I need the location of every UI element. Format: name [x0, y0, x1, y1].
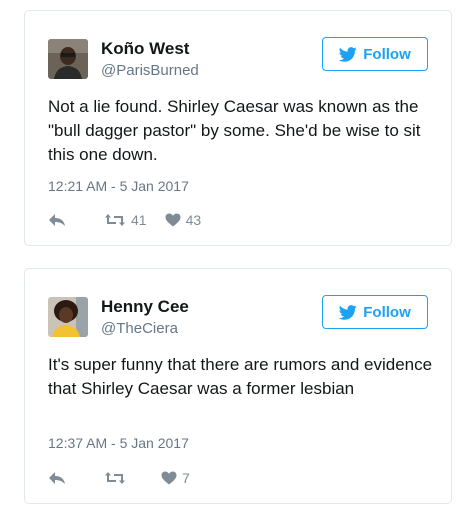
like-button[interactable]: 43: [165, 212, 202, 228]
heart-icon: [165, 213, 181, 227]
reply-icon: [48, 213, 66, 227]
tweet-text: It's super funny that there are rumors a…: [48, 355, 433, 398]
tweet-card: Koño West @ParisBurned Follow Not a lie …: [24, 10, 452, 246]
twitter-bird-icon: [339, 46, 357, 62]
reply-button[interactable]: [48, 213, 74, 227]
tweet-actions: 41 43: [48, 209, 201, 231]
like-count: 7: [182, 470, 190, 486]
follow-button[interactable]: Follow: [322, 37, 428, 71]
follow-button[interactable]: Follow: [322, 295, 428, 329]
retweet-icon: [104, 213, 126, 227]
timestamp[interactable]: 12:21 AM - 5 Jan 2017: [48, 178, 189, 194]
twitter-bird-icon: [339, 304, 357, 320]
tweet-text: Not a lie found. Shirley Caesar was know…: [48, 97, 421, 164]
reply-icon: [48, 471, 66, 485]
retweet-count: 41: [131, 212, 147, 228]
tweet-actions: 7: [48, 467, 190, 489]
retweet-icon: [104, 471, 126, 485]
tweet-card: Henny Cee @TheCiera Follow It's super fu…: [24, 268, 452, 504]
retweet-button[interactable]: [104, 471, 131, 485]
like-count: 43: [185, 212, 202, 228]
username[interactable]: @TheCiera: [101, 320, 178, 337]
username[interactable]: @ParisBurned: [101, 62, 199, 79]
display-name[interactable]: Henny Cee: [101, 297, 189, 317]
follow-label: Follow: [363, 45, 411, 63]
avatar[interactable]: [48, 297, 88, 337]
page: Koño West @ParisBurned Follow Not a lie …: [0, 0, 476, 512]
avatar[interactable]: [48, 39, 88, 79]
follow-label: Follow: [363, 303, 411, 321]
reply-button[interactable]: [48, 471, 74, 485]
display-name[interactable]: Koño West: [101, 39, 189, 59]
like-button[interactable]: 7: [161, 470, 190, 486]
timestamp[interactable]: 12:37 AM - 5 Jan 2017: [48, 435, 189, 451]
retweet-button[interactable]: 41: [104, 212, 147, 228]
heart-icon: [161, 471, 177, 485]
